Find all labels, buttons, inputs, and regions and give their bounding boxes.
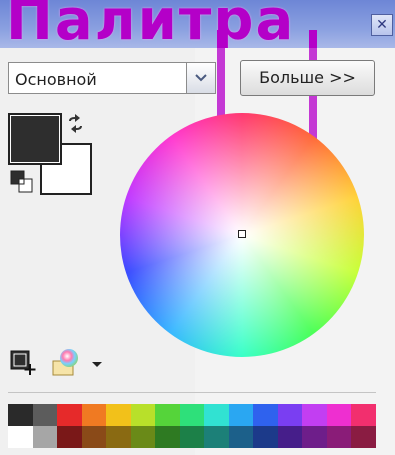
palette-swatch[interactable]	[228, 426, 254, 448]
palette-swatch[interactable]	[32, 404, 58, 426]
add-color-icon[interactable]	[10, 350, 36, 376]
palette-swatch[interactable]	[351, 404, 376, 426]
palette-grid	[8, 404, 376, 448]
preset-dropdown[interactable]: Основной	[8, 62, 216, 94]
palette-swatch[interactable]	[302, 404, 327, 426]
reset-colors-icon[interactable]	[10, 170, 34, 194]
palette-swatch[interactable]	[277, 404, 303, 426]
preset-value: Основной	[15, 70, 97, 89]
palette-swatch[interactable]	[277, 426, 303, 448]
palette-swatch[interactable]	[130, 404, 156, 426]
palette-swatch[interactable]	[253, 404, 278, 426]
palette-swatch[interactable]	[204, 404, 229, 426]
palette-swatch[interactable]	[81, 404, 107, 426]
palette-menu-arrow[interactable]	[92, 362, 102, 367]
swap-colors-icon[interactable]	[66, 114, 86, 134]
more-button[interactable]: Больше >>	[240, 60, 375, 96]
palette-swatch[interactable]	[179, 404, 205, 426]
primary-color-swatch[interactable]	[8, 113, 62, 165]
title-bar: Палитра ✕	[0, 0, 395, 48]
palette-swatch[interactable]	[130, 426, 156, 448]
palette-swatch[interactable]	[351, 426, 376, 448]
palette-swatch[interactable]	[106, 404, 131, 426]
close-button[interactable]: ✕	[371, 14, 393, 36]
palette-swatch[interactable]	[57, 426, 82, 448]
palette-swatch[interactable]	[179, 426, 205, 448]
chevron-down-icon	[195, 74, 207, 82]
palette-swatch[interactable]	[302, 426, 327, 448]
palette-swatch[interactable]	[326, 404, 352, 426]
palette-swatch[interactable]	[204, 426, 229, 448]
palette-swatch[interactable]	[57, 404, 82, 426]
palette-swatch[interactable]	[326, 426, 352, 448]
window-title: Палитра	[6, 0, 296, 48]
palette-swatch[interactable]	[106, 426, 131, 448]
dropdown-button[interactable]	[186, 63, 215, 93]
palette-swatch[interactable]	[81, 426, 107, 448]
palette-swatch[interactable]	[8, 404, 33, 426]
palette-swatch[interactable]	[8, 426, 33, 448]
palette-swatch[interactable]	[253, 426, 278, 448]
palette-swatch[interactable]	[155, 426, 180, 448]
palette-menu-icon[interactable]	[50, 348, 80, 378]
wheel-selection-marker[interactable]	[238, 230, 246, 238]
palette-swatch[interactable]	[228, 404, 254, 426]
separator	[8, 392, 376, 393]
palette-swatch[interactable]	[32, 426, 58, 448]
palette-swatch[interactable]	[155, 404, 180, 426]
